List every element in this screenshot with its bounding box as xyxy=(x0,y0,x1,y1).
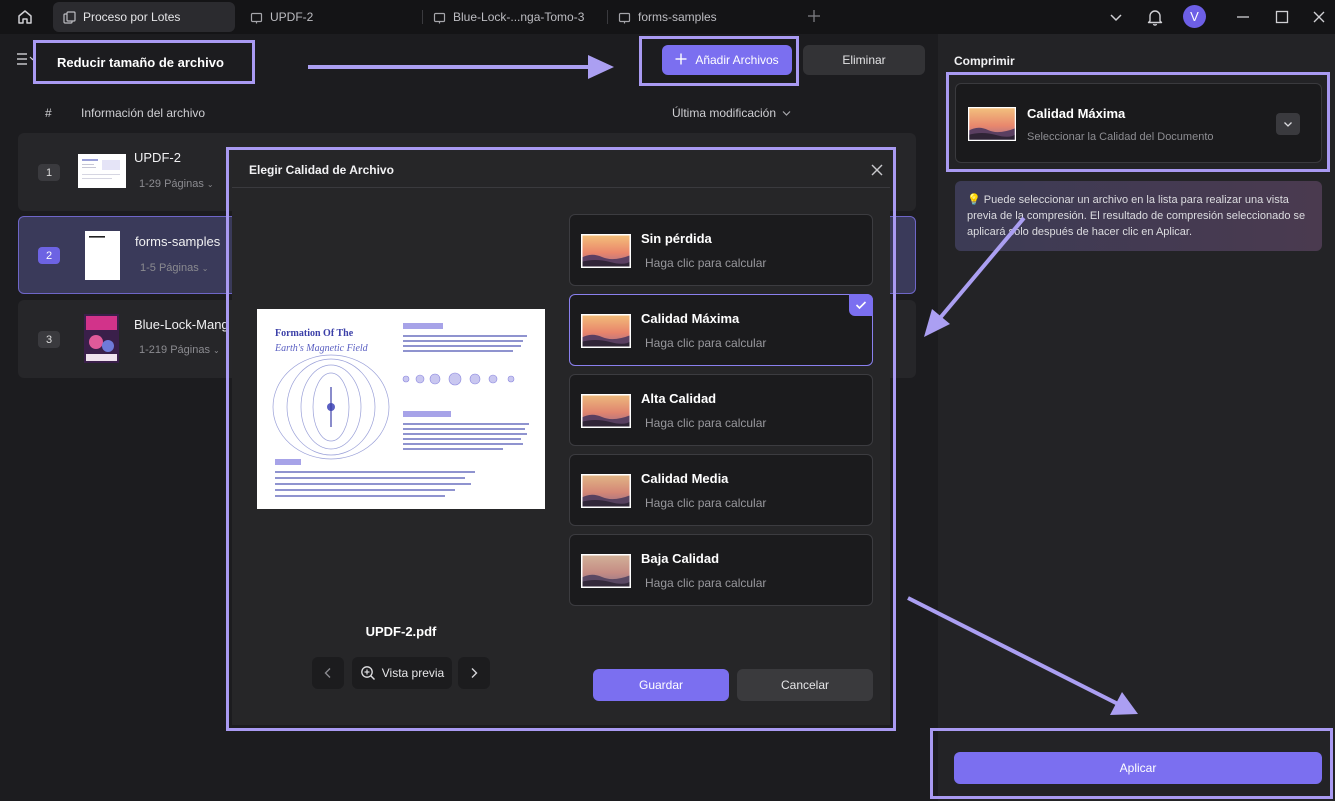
option-title: Sin pérdida xyxy=(641,231,712,246)
quality-thumbnail xyxy=(581,394,631,428)
tab-label: Blue-Lock-...nga-Tomo-3 xyxy=(453,10,585,24)
apply-button[interactable]: Aplicar xyxy=(954,752,1322,784)
add-tab-icon[interactable] xyxy=(806,8,822,24)
delete-button[interactable]: Eliminar xyxy=(803,45,925,75)
tab-label: Proceso por Lotes xyxy=(83,10,181,24)
file-thumbnail xyxy=(78,154,126,188)
quality-title: Calidad Máxima xyxy=(1027,106,1126,121)
column-modified-label: Última modificación xyxy=(672,106,777,120)
quality-option-calidad-media[interactable]: Calidad Media Haga clic para calcular xyxy=(569,454,873,526)
checkmark-icon xyxy=(849,294,873,316)
chevron-down-icon: ⌄ xyxy=(206,180,214,189)
quality-thumbnail xyxy=(967,106,1017,142)
option-title: Calidad Media xyxy=(641,471,729,486)
chevron-left-icon xyxy=(324,668,331,678)
cancel-button[interactable]: Cancelar xyxy=(737,669,873,701)
add-files-label: Añadir Archivos xyxy=(695,53,779,67)
preview-label: Vista previa xyxy=(381,666,445,680)
document-icon xyxy=(618,10,632,24)
preview-button[interactable]: Vista previa xyxy=(352,657,452,689)
column-info-header: Información del archivo xyxy=(81,106,206,120)
close-window-icon[interactable] xyxy=(1309,7,1329,27)
next-page-button[interactable] xyxy=(458,657,490,689)
document-preview: Formation Of The Earth's Magnetic Field xyxy=(257,309,545,509)
maximize-icon[interactable] xyxy=(1272,7,1292,27)
option-title: Calidad Máxima xyxy=(641,311,740,326)
chevron-down-icon[interactable] xyxy=(1276,113,1300,135)
option-subtitle[interactable]: Haga clic para calcular xyxy=(645,336,766,350)
minimize-icon[interactable] xyxy=(1233,7,1253,27)
quality-thumbnail xyxy=(581,314,631,348)
lightbulb-icon: 💡 xyxy=(967,194,981,206)
document-icon xyxy=(250,10,264,24)
file-thumbnail xyxy=(85,231,120,280)
previous-page-button[interactable] xyxy=(312,657,344,689)
close-icon[interactable] xyxy=(869,162,885,178)
bell-icon[interactable] xyxy=(1145,7,1165,27)
column-modified-header[interactable]: Última modificación xyxy=(672,106,791,120)
tab-label: UPDF-2 xyxy=(270,10,314,24)
file-name: forms-samples xyxy=(135,234,221,249)
tab-label: forms-samples xyxy=(638,10,717,24)
quality-option-baja-calidad[interactable]: Baja Calidad Haga clic para calcular xyxy=(569,534,873,606)
chevron-down-icon[interactable] xyxy=(1106,7,1126,27)
file-thumbnail xyxy=(84,314,119,363)
file-pages: 1-5 Páginas ⌄ xyxy=(140,262,209,274)
file-pages: 1-29 Páginas ⌄ xyxy=(139,178,214,190)
add-files-button[interactable]: Añadir Archivos xyxy=(662,45,792,75)
chevron-right-icon xyxy=(471,668,478,678)
option-subtitle[interactable]: Haga clic para calcular xyxy=(645,256,766,270)
chevron-down-icon xyxy=(782,111,791,116)
column-number-header: # xyxy=(45,106,52,120)
tab-blue-lock[interactable]: Blue-Lock-...nga-Tomo-3 xyxy=(423,2,605,32)
file-name: UPDF-2 xyxy=(134,150,181,165)
dialog-title: Elegir Calidad de Archivo xyxy=(249,163,394,177)
quality-option-sin-perdida[interactable]: Sin pérdida Haga clic para calcular xyxy=(569,214,873,286)
tab-forms-samples[interactable]: forms-samples xyxy=(608,2,790,32)
option-subtitle[interactable]: Haga clic para calcular xyxy=(645,576,766,590)
preview-file-name: UPDF-2.pdf xyxy=(365,624,437,639)
option-title: Baja Calidad xyxy=(641,551,720,566)
dialog-divider xyxy=(232,187,890,188)
avatar[interactable]: V xyxy=(1183,5,1206,28)
document-icon xyxy=(433,10,447,24)
quality-option-calidad-maxima[interactable]: Calidad Máxima Haga clic para calcular xyxy=(569,294,873,366)
plus-icon xyxy=(675,53,687,68)
file-pages: 1-219 Páginas ⌄ xyxy=(139,344,220,356)
title-bar: Proceso por Lotes UPDF-2 Blue-Lock-...ng… xyxy=(0,0,1335,34)
preview-heading-line2: Earth's Magnetic Field xyxy=(274,343,369,354)
home-icon[interactable] xyxy=(12,6,38,28)
tab-proceso-por-lotes[interactable]: Proceso por Lotes xyxy=(53,2,235,32)
row-number: 3 xyxy=(38,331,60,348)
row-number: 1 xyxy=(38,164,60,181)
hint-box: 💡 Puede seleccionar un archivo en la lis… xyxy=(955,181,1322,251)
option-subtitle[interactable]: Haga clic para calcular xyxy=(645,496,766,510)
quality-subtitle: Seleccionar la Calidad del Documento xyxy=(1027,131,1214,143)
chevron-down-icon: ⌄ xyxy=(213,346,220,355)
compress-title: Comprimir xyxy=(954,54,1015,68)
quality-thumbnail xyxy=(581,234,631,268)
hint-text: Puede seleccionar un archivo en la lista… xyxy=(967,194,1306,238)
quality-selector[interactable]: Calidad Máxima Seleccionar la Calidad de… xyxy=(955,83,1322,163)
quality-thumbnail xyxy=(581,474,631,508)
file-name: Blue-Lock-Mang xyxy=(134,317,229,332)
preview-heading-line1: Formation Of The xyxy=(275,328,354,339)
tab-updf-2[interactable]: UPDF-2 xyxy=(240,2,420,32)
page-title: Reducir tamaño de archivo xyxy=(33,40,255,84)
quality-option-alta-calidad[interactable]: Alta Calidad Haga clic para calcular xyxy=(569,374,873,446)
quality-thumbnail xyxy=(581,554,631,588)
option-title: Alta Calidad xyxy=(641,391,717,406)
option-subtitle[interactable]: Haga clic para calcular xyxy=(645,416,766,430)
save-button[interactable]: Guardar xyxy=(593,669,729,701)
zoom-in-icon xyxy=(360,666,375,680)
chevron-down-icon: ⌄ xyxy=(201,264,209,273)
batch-icon xyxy=(63,10,77,24)
row-number: 2 xyxy=(38,247,60,264)
